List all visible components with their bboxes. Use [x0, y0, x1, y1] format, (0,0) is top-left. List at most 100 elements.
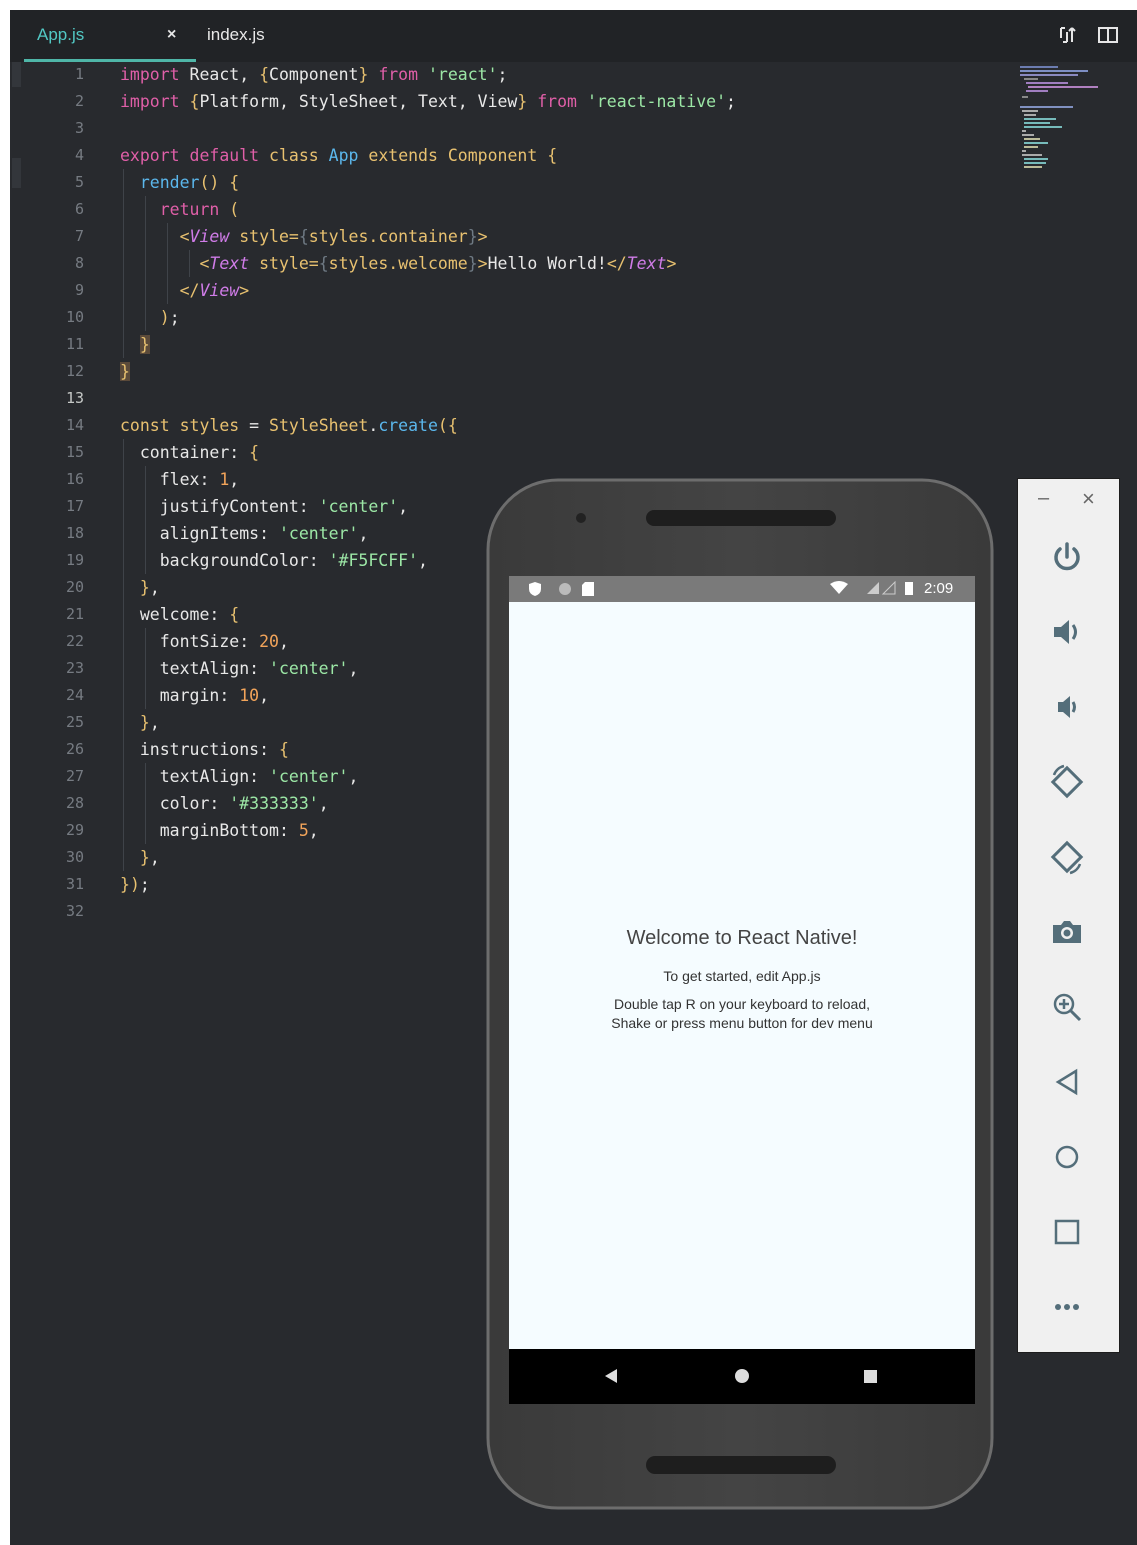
- home-icon[interactable]: [1047, 1137, 1087, 1177]
- more-icon[interactable]: [1047, 1287, 1087, 1327]
- code-line[interactable]: 12}: [10, 358, 1010, 385]
- code-line[interactable]: 15 container: {: [10, 439, 1010, 466]
- rotate-right-icon[interactable]: [1047, 837, 1087, 877]
- line-number: 32: [65, 902, 84, 920]
- reload-instructions-line1: Double tap R on your keyboard to reload,: [613, 996, 871, 1012]
- indent-guide: [145, 196, 146, 331]
- line-number: 23: [65, 659, 84, 677]
- indent-guide: [145, 763, 146, 844]
- line-number: 15: [65, 443, 84, 461]
- code-line[interactable]: 10 );: [10, 304, 1010, 331]
- code-line[interactable]: 13: [10, 385, 1010, 412]
- line-number: 4: [74, 146, 84, 164]
- line-number: 1: [74, 65, 84, 83]
- code-text[interactable]: const styles = StyleSheet.create({: [120, 412, 458, 439]
- split-panes-icon[interactable]: [1057, 24, 1079, 50]
- welcome-text: Welcome to React Native!: [626, 927, 858, 949]
- code-line[interactable]: 9 </View>: [10, 277, 1010, 304]
- code-text[interactable]: render() {: [120, 169, 239, 196]
- volume-down-icon[interactable]: [1047, 687, 1087, 727]
- get-started-text: To get started, edit App.js: [663, 968, 821, 984]
- code-text[interactable]: color: '#333333',: [120, 790, 329, 817]
- indent-guide: [123, 169, 124, 358]
- camera-icon[interactable]: [1047, 912, 1087, 952]
- line-number: 2: [74, 92, 84, 110]
- back-icon[interactable]: [1047, 1062, 1087, 1102]
- code-text[interactable]: },: [120, 574, 160, 601]
- code-line[interactable]: 8 <Text style={styles.welcome}>Hello Wor…: [10, 250, 1010, 277]
- indent-guide: [123, 439, 124, 871]
- line-number: 5: [74, 173, 84, 191]
- line-number: 24: [65, 686, 84, 704]
- rotate-left-icon[interactable]: [1047, 762, 1087, 802]
- power-icon[interactable]: [1047, 537, 1087, 577]
- code-text[interactable]: return (: [120, 196, 239, 223]
- code-text[interactable]: justifyContent: 'center',: [120, 493, 408, 520]
- line-number: 12: [65, 362, 84, 380]
- line-number: 3: [74, 119, 84, 137]
- code-text[interactable]: });: [120, 871, 150, 898]
- line-number: 27: [65, 767, 84, 785]
- overview-icon[interactable]: [1047, 1212, 1087, 1252]
- line-number: 26: [65, 740, 84, 758]
- tab-index-js[interactable]: index.js: [207, 25, 265, 45]
- close-button[interactable]: ×: [1082, 486, 1095, 512]
- code-line[interactable]: 2 import {Platform, StyleSheet, Text, Vie…: [10, 88, 1010, 115]
- code-text[interactable]: <Text style={styles.welcome}>Hello World…: [120, 250, 676, 277]
- code-text[interactable]: <View style={styles.container}>: [120, 223, 488, 250]
- code-text[interactable]: import React, {Component} from 'react';: [120, 61, 507, 88]
- line-number: 11: [65, 335, 84, 353]
- line-number: 10: [65, 308, 84, 326]
- code-text[interactable]: textAlign: 'center',: [120, 763, 359, 790]
- code-line[interactable]: 5 render() {: [10, 169, 1010, 196]
- code-text[interactable]: alignItems: 'center',: [120, 520, 369, 547]
- reload-instructions-line2: Shake or press menu button for dev menu: [611, 1015, 873, 1031]
- volume-up-icon[interactable]: [1047, 612, 1087, 652]
- code-text[interactable]: container: {: [120, 439, 259, 466]
- code-text[interactable]: textAlign: 'center',: [120, 655, 359, 682]
- code-line[interactable]: 11 }: [10, 331, 1010, 358]
- code-text[interactable]: backgroundColor: '#F5FCFF',: [120, 547, 428, 574]
- code-text[interactable]: instructions: {: [120, 736, 289, 763]
- code-text[interactable]: import {Platform, StyleSheet, Text, View…: [120, 88, 736, 115]
- code-text[interactable]: );: [120, 304, 180, 331]
- code-text[interactable]: </View>: [120, 277, 250, 304]
- code-text[interactable]: marginBottom: 5,: [120, 817, 319, 844]
- layout-columns-icon[interactable]: [1097, 24, 1119, 50]
- tab-close-icon[interactable]: ×: [167, 26, 176, 44]
- zoom-icon[interactable]: [1047, 987, 1087, 1027]
- code-line[interactable]: 3: [10, 115, 1010, 142]
- line-number: 6: [74, 200, 84, 218]
- code-text[interactable]: },: [120, 709, 160, 736]
- code-text[interactable]: },: [120, 844, 160, 871]
- minimize-button[interactable]: –: [1038, 487, 1049, 510]
- code-text[interactable]: margin: 10,: [120, 682, 269, 709]
- tab-app-js[interactable]: App.js: [37, 25, 84, 45]
- nav-overview-icon: [864, 1370, 877, 1383]
- tab-bar: App.js × index.js: [10, 10, 1137, 62]
- line-number: 31: [65, 875, 84, 893]
- code-text[interactable]: }: [120, 331, 150, 358]
- line-number: 30: [65, 848, 84, 866]
- code-line[interactable]: 1 import React, {Component} from 'react';: [10, 61, 1010, 88]
- code-text[interactable]: flex: 1,: [120, 466, 239, 493]
- line-number: 9: [74, 281, 84, 299]
- code-text[interactable]: }: [120, 358, 130, 385]
- code-line[interactable]: 7 <View style={styles.container}>: [10, 223, 1010, 250]
- indent-guide: [145, 466, 146, 574]
- code-line[interactable]: 6 return (: [10, 196, 1010, 223]
- android-status-bar: 2:09: [509, 576, 975, 602]
- line-number: 16: [65, 470, 84, 488]
- indent-guide: [167, 223, 168, 304]
- code-text[interactable]: export default class App extends Compone…: [120, 142, 557, 169]
- line-number: 28: [65, 794, 84, 812]
- code-line[interactable]: 14 const styles = StyleSheet.create({: [10, 412, 1010, 439]
- minimap[interactable]: [1018, 63, 1108, 173]
- code-text[interactable]: welcome: {: [120, 601, 239, 628]
- status-clock: 2:09: [924, 580, 954, 597]
- code-line[interactable]: 4 export default class App extends Compon…: [10, 142, 1010, 169]
- line-number: 29: [65, 821, 84, 839]
- line-number: 17: [65, 497, 84, 515]
- line-number: 20: [65, 578, 84, 596]
- line-number: 22: [65, 632, 84, 650]
